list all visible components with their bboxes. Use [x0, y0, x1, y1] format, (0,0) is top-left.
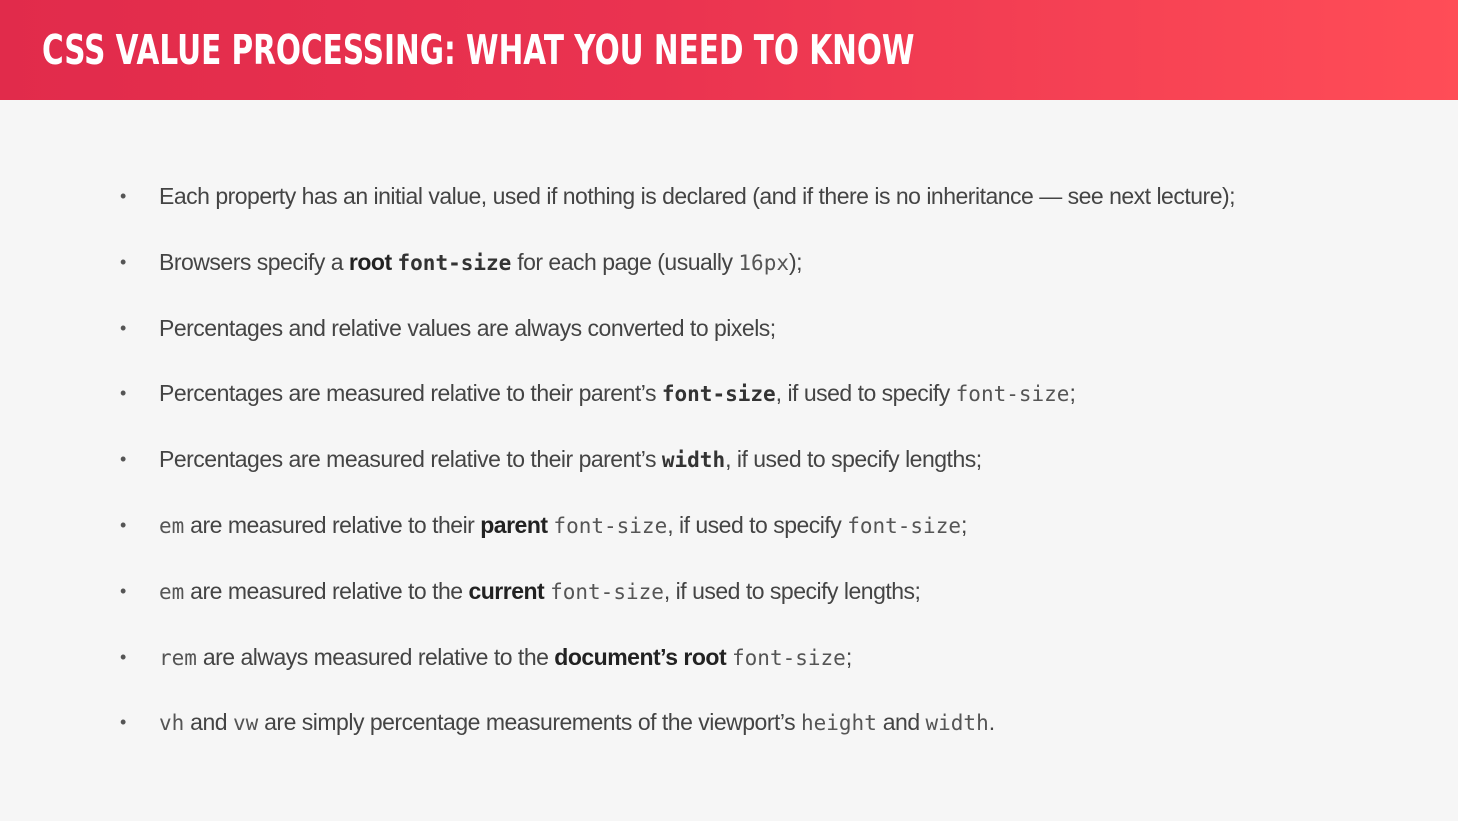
- code-segment: em: [159, 579, 185, 604]
- bullet-list: • Each property has an initial value, us…: [120, 165, 1440, 757]
- code-segment: font-size: [847, 513, 961, 538]
- text-segment: Each property has an initial value, used…: [159, 183, 1236, 209]
- bold-segment: parent: [480, 511, 548, 538]
- text-segment: , if used to specify: [667, 511, 848, 538]
- code-segment: vh: [159, 711, 185, 736]
- bullet-item-viewport-units: • vh and vw are simply percentage measur…: [120, 691, 1440, 757]
- code-segment: width: [925, 711, 989, 736]
- bullet-text: Each property has an initial value, used…: [159, 179, 1236, 213]
- text-segment: );: [788, 248, 803, 275]
- text-segment: and: [184, 709, 233, 736]
- text-segment: are measured relative to the: [184, 577, 469, 604]
- bullet-item-converted-to-pixels: • Percentages and relative values are al…: [120, 297, 1440, 363]
- bullet-item-rem-root: • rem are always measured relative to th…: [120, 626, 1440, 692]
- bold-segment: document’s root: [554, 643, 727, 670]
- code-segment: font-size: [553, 513, 668, 538]
- code-bold-segment: font-size: [661, 382, 776, 407]
- text-segment: are simply percentage measurements of th…: [258, 709, 801, 736]
- bullet-item-em-current: • em are measured relative to the curren…: [120, 560, 1440, 626]
- bullet-item-em-parent: • em are measured relative to their pare…: [120, 494, 1440, 560]
- bullet-text: Percentages are measured relative to the…: [159, 442, 982, 477]
- slide-title: CSS VALUE PROCESSING: WHAT YOU NEED TO K…: [42, 26, 915, 74]
- bullet-dot-icon: •: [120, 449, 127, 470]
- slide-header: CSS VALUE PROCESSING: WHAT YOU NEED TO K…: [0, 0, 1458, 100]
- text-segment: Browsers specify a: [159, 248, 349, 275]
- bullet-item-initial-value: • Each property has an initial value, us…: [120, 165, 1440, 231]
- bullet-text: Percentages and relative values are alwa…: [159, 311, 776, 345]
- bullet-dot-icon: •: [120, 712, 127, 733]
- bullet-dot-icon: •: [120, 646, 127, 667]
- text-segment: and: [876, 709, 926, 736]
- code-segment: rem: [159, 645, 197, 670]
- text-segment: .: [988, 709, 995, 736]
- bullet-text: em are measured relative to the current …: [159, 574, 921, 609]
- text-segment: for each page (usually: [511, 248, 739, 275]
- text-segment: Percentages are measured relative to the…: [159, 380, 662, 407]
- bullet-dot-icon: •: [120, 251, 127, 272]
- text-segment: Percentages and relative values are alwa…: [159, 314, 776, 341]
- code-segment: height: [800, 711, 877, 736]
- code-segment: font-size: [955, 382, 1070, 407]
- code-bold-segment: font-size: [397, 250, 512, 275]
- text-segment: , if used to specify lengths;: [725, 446, 982, 473]
- code-bold-segment: width: [661, 448, 726, 473]
- bullet-dot-icon: •: [120, 580, 127, 601]
- bold-segment: current: [468, 577, 545, 604]
- bullet-text: Browsers specify a root font-size for ea…: [159, 245, 803, 280]
- text-segment: ;: [961, 511, 967, 538]
- bullet-text: vh and vw are simply percentage measurem…: [159, 705, 995, 740]
- bullet-dot-icon: •: [120, 514, 127, 535]
- bullet-dot-icon: •: [120, 383, 127, 404]
- bullet-item-percentages-width: • Percentages are measured relative to t…: [120, 428, 1440, 494]
- text-segment: , if used to specify lengths;: [663, 577, 921, 604]
- bullet-text: em are measured relative to their parent…: [159, 508, 967, 543]
- bold-segment: root: [348, 248, 392, 275]
- bullet-text: rem are always measured relative to the …: [159, 640, 852, 675]
- code-segment: em: [159, 513, 185, 538]
- bullet-item-root-font-size: • Browsers specify a root font-size for …: [120, 231, 1440, 297]
- text-segment: ;: [845, 643, 852, 670]
- code-segment: font-size: [732, 645, 846, 670]
- text-segment: Percentages are measured relative to the…: [159, 446, 662, 473]
- bullet-item-percentages-font-size: • Percentages are measured relative to t…: [120, 362, 1440, 428]
- text-segment: , if used to specify: [775, 380, 956, 407]
- code-segment: vw: [232, 711, 259, 736]
- code-segment: 16px: [738, 250, 789, 275]
- bullet-dot-icon: •: [120, 317, 127, 338]
- text-segment: ;: [1069, 380, 1076, 407]
- text-segment: are measured relative to their: [184, 511, 481, 538]
- code-segment: font-size: [550, 579, 664, 604]
- bullet-text: Percentages are measured relative to the…: [159, 376, 1076, 411]
- text-segment: are always measured relative to the: [196, 643, 555, 670]
- bullet-dot-icon: •: [120, 186, 127, 206]
